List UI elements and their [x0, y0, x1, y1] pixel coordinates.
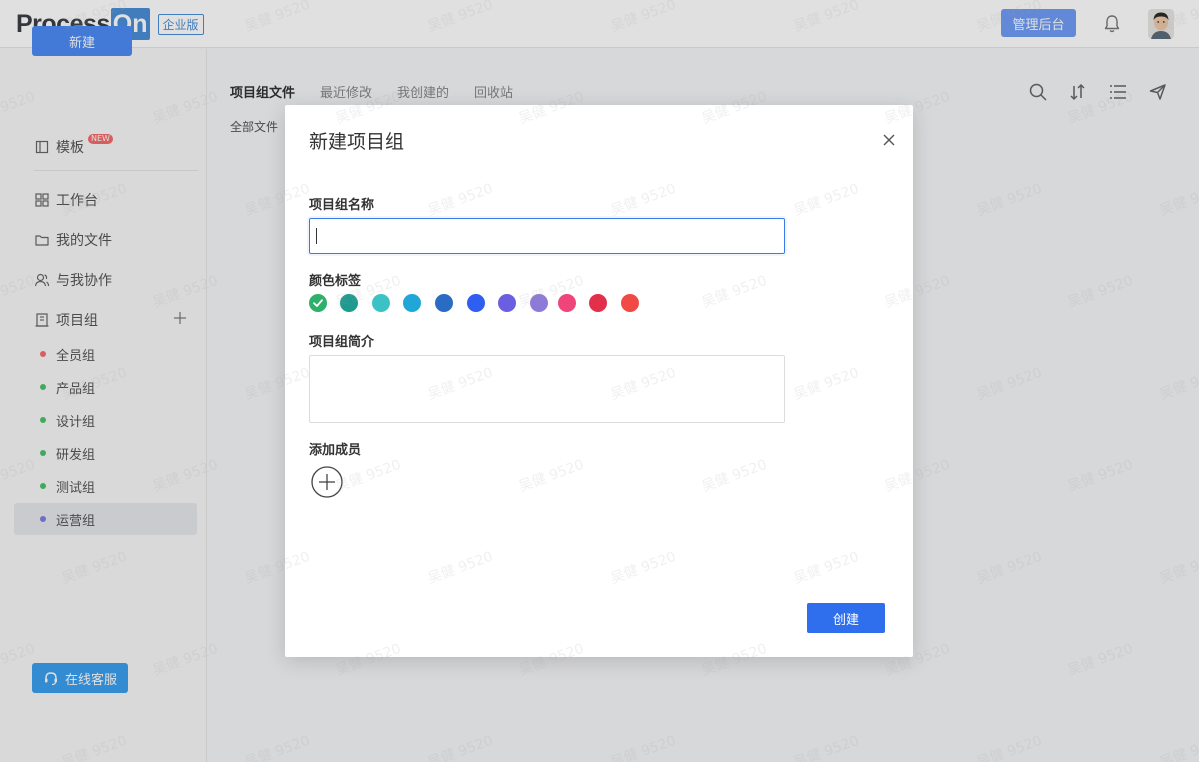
close-icon[interactable]	[882, 133, 896, 147]
color-swatch[interactable]	[498, 294, 516, 312]
members-label: 添加成员	[309, 443, 362, 458]
add-member-icon[interactable]	[311, 466, 343, 498]
description-label: 项目组简介	[309, 335, 375, 350]
color-swatch[interactable]	[309, 294, 327, 312]
new-project-group-dialog: 新建项目组 项目组名称 颜色标签 项目组简介 添加成员 创建	[285, 105, 913, 657]
color-swatch[interactable]	[340, 294, 358, 312]
text-caret	[316, 228, 317, 244]
create-button[interactable]: 创建	[807, 603, 885, 633]
color-swatch[interactable]	[530, 294, 548, 312]
group-name-input[interactable]	[309, 218, 785, 254]
check-icon	[313, 299, 323, 307]
color-swatch[interactable]	[621, 294, 639, 312]
color-swatch[interactable]	[435, 294, 453, 312]
group-description-textarea[interactable]	[309, 355, 785, 423]
color-label: 颜色标签	[309, 274, 362, 289]
color-swatch[interactable]	[372, 294, 390, 312]
name-label: 项目组名称	[309, 198, 375, 213]
color-swatch[interactable]	[558, 294, 576, 312]
color-swatch[interactable]	[467, 294, 485, 312]
color-swatch[interactable]	[589, 294, 607, 312]
color-swatch[interactable]	[403, 294, 421, 312]
dialog-title: 新建项目组	[309, 131, 405, 153]
